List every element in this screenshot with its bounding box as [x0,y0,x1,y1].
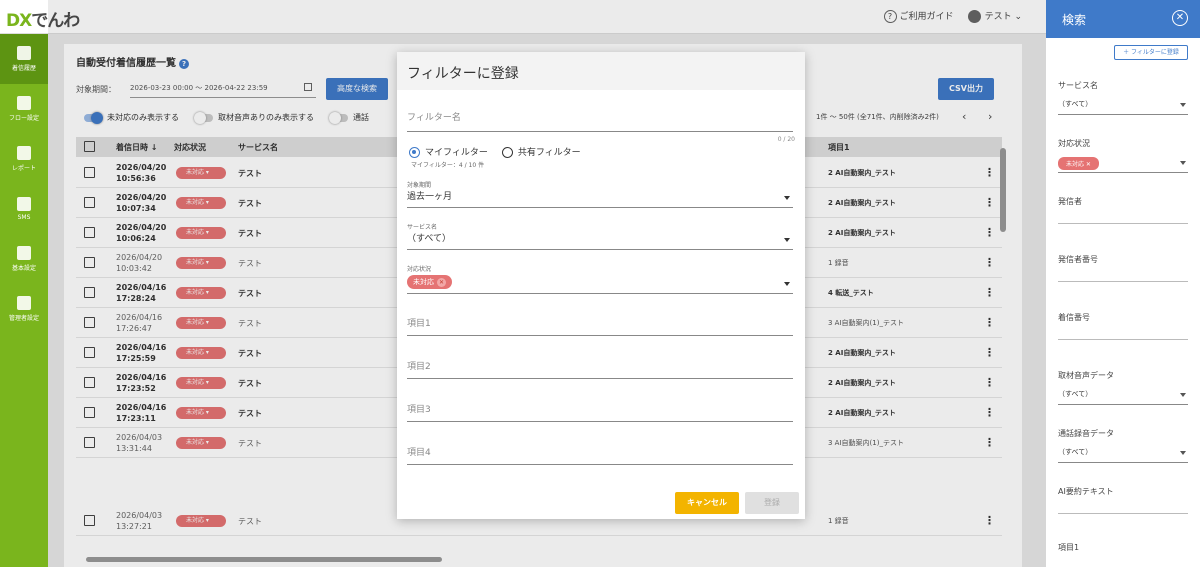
sidebar-item-label: フロー設定 [8,115,39,122]
search-field[interactable]: 発信者番号 [1058,254,1188,282]
register-filter-dialog: フィルターに登録 フィルター名 0 / 20 マイフィルター 共有フィルター マ… [397,52,805,519]
radio-label: マイフィルター [425,148,488,158]
main-sidebar: 着信履歴 フロー設定 レポート SMS 基本設定 管理者設定 [0,34,48,567]
sidebar-item-sms[interactable]: SMS [0,184,48,234]
dropdown-arrow-icon [784,238,790,242]
flow-icon [17,96,31,110]
sidebar-item-label: 基本設定 [11,265,36,272]
dropdown-arrow-icon [1180,103,1186,107]
admin-gear-icon [17,296,31,310]
filter-name-placeholder: フィルター名 [407,113,461,123]
radio-selected-icon [409,147,420,158]
char-counter: 0 / 20 [777,136,795,143]
service-select-value: （すべて） [407,234,452,244]
search-select[interactable]: （すべて） [1058,99,1188,115]
chat-icon [17,197,31,211]
status-chip-label: 未対応 [1066,161,1085,168]
search-field[interactable]: AI要約テキスト [1058,486,1188,514]
status-chip[interactable]: 未対応 ✕ [407,275,452,289]
search-field[interactable]: 着信番号 [1058,312,1188,340]
sidebar-item-call-history[interactable]: 着信履歴 [0,34,48,84]
sidebar-item-admin-settings[interactable]: 管理者設定 [0,284,48,334]
search-panel-title: 検索 [1062,13,1087,27]
phone-icon [17,46,31,60]
search-field-label: 対応状況 [1058,139,1090,148]
search-select[interactable]: 未対応 ✕ [1058,157,1188,173]
service-select-label: サービス名 [407,224,438,231]
close-icon[interactable]: ✕ [1172,10,1188,26]
radio-empty-icon [501,147,513,158]
dropdown-arrow-icon [1180,451,1186,455]
search-field-label: 通話録音データ [1058,429,1114,438]
status-select[interactable]: 対応状況未対応 ✕ [407,264,793,294]
search-text-input[interactable] [1058,339,1188,340]
search-text-input[interactable] [1058,223,1188,224]
radio-label: 共有フィルター [517,148,581,158]
sidebar-item-flow[interactable]: フロー設定 [0,84,48,134]
search-field[interactable]: 発信者 [1058,196,1188,224]
search-field[interactable]: 項目1 [1058,542,1188,553]
search-field-label: サービス名 [1058,81,1098,90]
search-field[interactable]: 取材音声データ （すべて） [1058,370,1188,405]
filter-scope-radios: マイフィルター 共有フィルター [409,145,581,158]
period-select-label: 対象期間 [407,182,432,189]
search-field-label: 取材音声データ [1058,371,1114,380]
search-select[interactable]: （すべて） [1058,389,1188,405]
search-select[interactable]: （すべて） [1058,447,1188,463]
sidebar-item-label: 管理者設定 [8,315,39,322]
dropdown-arrow-icon [784,196,790,200]
search-panel-header: 検索 ✕ [1046,0,1200,38]
status-chip-label: 未対応 [413,278,434,286]
item1-input[interactable]: 項目1 [407,316,793,336]
status-chip[interactable]: 未対応 ✕ [1058,157,1099,170]
search-select-value: （すべて） [1058,100,1093,108]
search-select-value: （すべて） [1058,448,1093,456]
search-field[interactable]: 対応状況未対応 ✕ [1058,138,1188,173]
item1-placeholder: 項目1 [407,319,431,329]
chart-icon [17,146,31,160]
service-select[interactable]: サービス名 （すべて） [407,222,793,250]
item4-input[interactable]: 項目4 [407,445,793,465]
period-select-value: 過去一ヶ月 [407,192,453,202]
filter-name-input[interactable]: フィルター名 [407,110,793,132]
item2-placeholder: 項目2 [407,362,431,372]
logo-dx: DX [6,11,32,31]
search-field[interactable]: サービス名 （すべて） [1058,80,1188,115]
sidebar-item-report[interactable]: レポート [0,134,48,184]
search-text-input[interactable] [1058,281,1188,282]
status-select-label: 対応状況 [407,266,432,273]
item3-placeholder: 項目3 [407,405,431,415]
dropdown-arrow-icon [1180,393,1186,397]
sidebar-item-label: SMS [17,214,31,221]
search-field[interactable]: 通話録音データ （すべて） [1058,428,1188,463]
search-field-label: 着信番号 [1058,313,1090,322]
my-filter-count: マイフィルター：4 / 10 件 [411,162,485,169]
sliders-icon [17,246,31,260]
radio-my-filter[interactable]: マイフィルター [409,145,488,158]
search-select-value: （すべて） [1058,390,1093,398]
register-button[interactable]: 登録 [745,492,799,514]
add-filter-button[interactable]: ＋ フィルターに登録 [1114,45,1188,60]
sidebar-item-label: レポート [11,165,36,172]
dropdown-arrow-icon [784,282,790,286]
search-field-label: 発信者番号 [1058,255,1098,264]
search-field-label: 項目1 [1058,543,1080,552]
cancel-button[interactable]: キャンセル [675,492,739,514]
chip-remove-icon[interactable]: ✕ [437,278,446,287]
dialog-title: フィルターに登録 [397,52,805,90]
search-field-label: 発信者 [1058,197,1082,206]
sidebar-item-basic-settings[interactable]: 基本設定 [0,234,48,284]
dropdown-arrow-icon [1180,161,1186,165]
item3-input[interactable]: 項目3 [407,402,793,422]
search-text-input[interactable] [1058,513,1188,514]
sidebar-item-label: 着信履歴 [11,65,36,72]
search-panel: 検索 ✕ ＋ フィルターに登録 サービス名 （すべて） 対応状況未対応 ✕ 発信者発信者… [1046,0,1200,567]
period-select[interactable]: 対象期間 過去一ヶ月 [407,180,793,208]
radio-shared-filter[interactable]: 共有フィルター [501,145,581,158]
search-field-label: AI要約テキスト [1058,487,1114,496]
item4-placeholder: 項目4 [407,448,431,458]
item2-input[interactable]: 項目2 [407,359,793,379]
